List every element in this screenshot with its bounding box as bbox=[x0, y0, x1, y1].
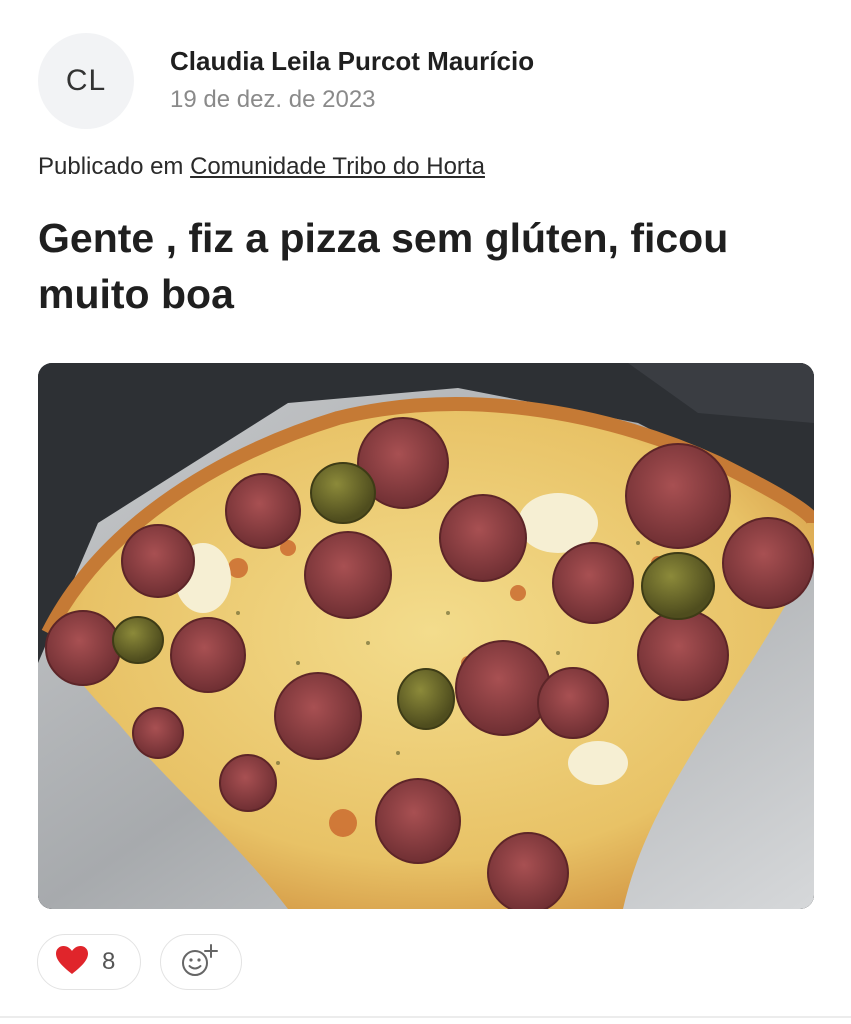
add-reaction-icon bbox=[181, 942, 221, 983]
heart-icon bbox=[54, 944, 90, 981]
post-title: Gente , fiz a pizza sem glúten, ficou mu… bbox=[38, 215, 729, 317]
post-image[interactable] bbox=[38, 363, 814, 909]
avatar-initials: CL bbox=[65, 64, 107, 97]
published-prefix: Publicado em bbox=[38, 153, 184, 180]
published-in-line: Publicado em Comunidade Tribo do Horta bbox=[38, 153, 485, 181]
add-reaction-button[interactable] bbox=[160, 934, 242, 990]
divider bbox=[0, 1016, 851, 1018]
heart-count: 8 bbox=[102, 948, 116, 975]
author-name[interactable]: Claudia Leila Purcot Maurício bbox=[170, 46, 534, 77]
avatar[interactable]: CL bbox=[38, 33, 134, 129]
community-link[interactable]: Comunidade Tribo do Horta bbox=[190, 153, 485, 180]
heart-reaction-button[interactable]: 8 bbox=[37, 934, 141, 990]
post-date: 19 de dez. de 2023 bbox=[170, 86, 376, 113]
